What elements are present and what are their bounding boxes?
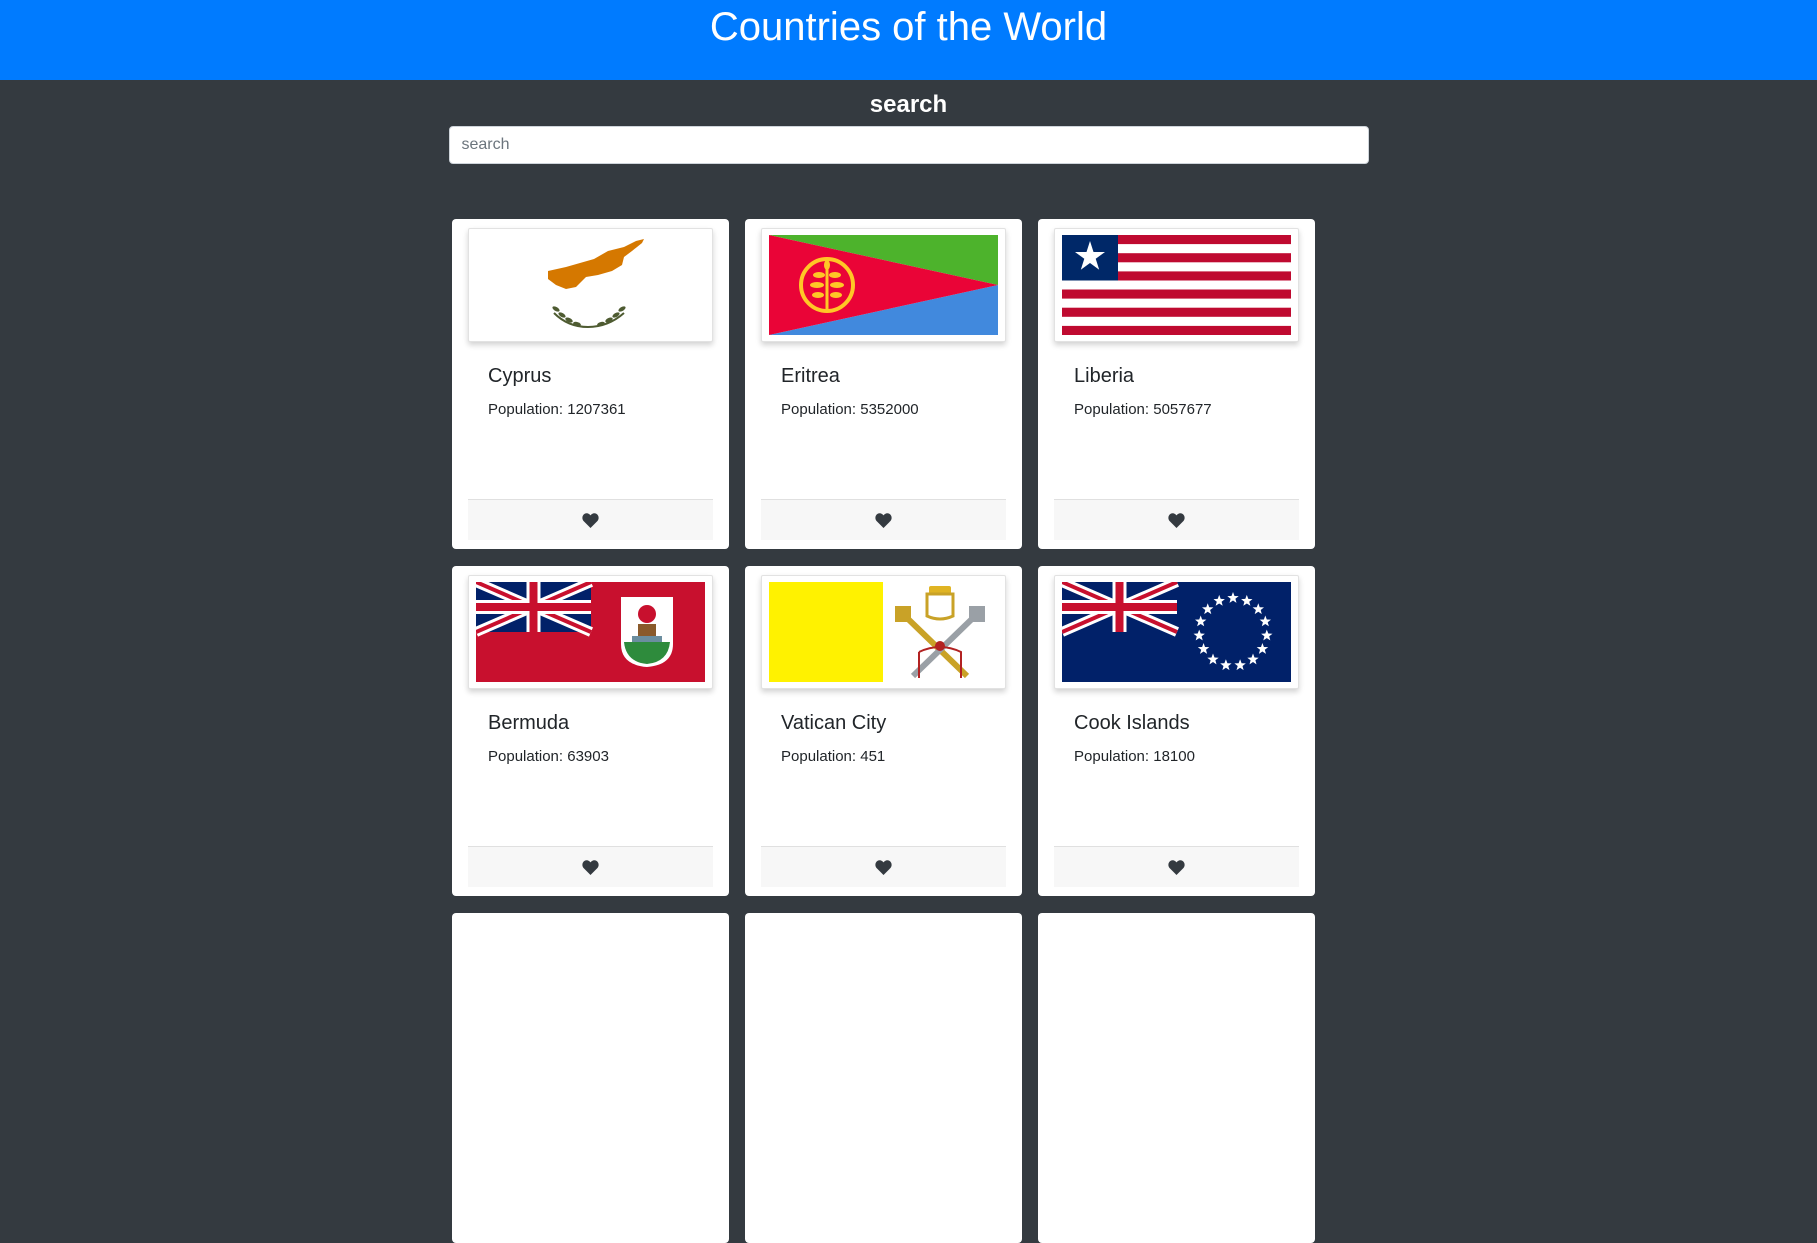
country-card[interactable]: Bermuda Population: 63903 <box>452 566 729 896</box>
country-card[interactable]: Cook Islands Population: 18100 <box>1038 566 1315 896</box>
country-name: Liberia <box>1074 365 1135 387</box>
country-grid: Cyprus Population: 1207361 Eritrea Popul… <box>452 219 1315 1243</box>
cook-islands-flag-icon <box>1054 575 1299 689</box>
country-card[interactable] <box>745 913 1022 1243</box>
country-name: Cook Islands <box>1074 712 1190 734</box>
heart-icon[interactable] <box>1168 859 1185 875</box>
country-name: Vatican City <box>781 712 887 734</box>
country-population: Population: 451 <box>781 748 886 765</box>
heart-icon[interactable] <box>582 859 599 875</box>
country-card[interactable] <box>1038 913 1315 1243</box>
card-footer <box>468 846 713 887</box>
country-card[interactable]: Eritrea Population: 5352000 <box>745 219 1022 549</box>
country-population: Population: 5057677 <box>1074 401 1212 418</box>
country-population: Population: 63903 <box>488 748 609 765</box>
card-footer <box>1054 846 1299 887</box>
search-section: search <box>0 90 1817 164</box>
country-card[interactable]: Cyprus Population: 1207361 <box>452 219 729 549</box>
country-population: Population: 5352000 <box>781 401 919 418</box>
country-card[interactable]: Liberia Population: 5057677 <box>1038 219 1315 549</box>
card-footer <box>761 499 1006 540</box>
country-card[interactable]: Vatican City Population: 451 <box>745 566 1022 896</box>
country-name: Bermuda <box>488 712 570 734</box>
liberia-flag-icon <box>1054 228 1299 342</box>
page-title: Countries of the World <box>709 4 1108 49</box>
search-heading: search <box>869 91 948 118</box>
vatican-flag-icon <box>761 575 1006 689</box>
country-name: Cyprus <box>488 365 552 387</box>
cyprus-flag-icon <box>468 228 713 342</box>
bermuda-flag-icon <box>468 575 713 689</box>
heart-icon[interactable] <box>1168 512 1185 528</box>
heart-icon[interactable] <box>582 512 599 528</box>
country-name: Eritrea <box>781 365 840 387</box>
card-footer <box>468 499 713 540</box>
eritrea-flag-icon <box>761 228 1006 342</box>
search-input[interactable] <box>448 126 1369 164</box>
card-footer <box>1054 499 1299 540</box>
country-card[interactable] <box>452 913 729 1243</box>
app-header: Countries of the World <box>0 0 1817 80</box>
country-population: Population: 18100 <box>1074 748 1195 765</box>
country-population: Population: 1207361 <box>488 401 626 418</box>
card-footer <box>761 846 1006 887</box>
heart-icon[interactable] <box>875 859 892 875</box>
heart-icon[interactable] <box>875 512 892 528</box>
